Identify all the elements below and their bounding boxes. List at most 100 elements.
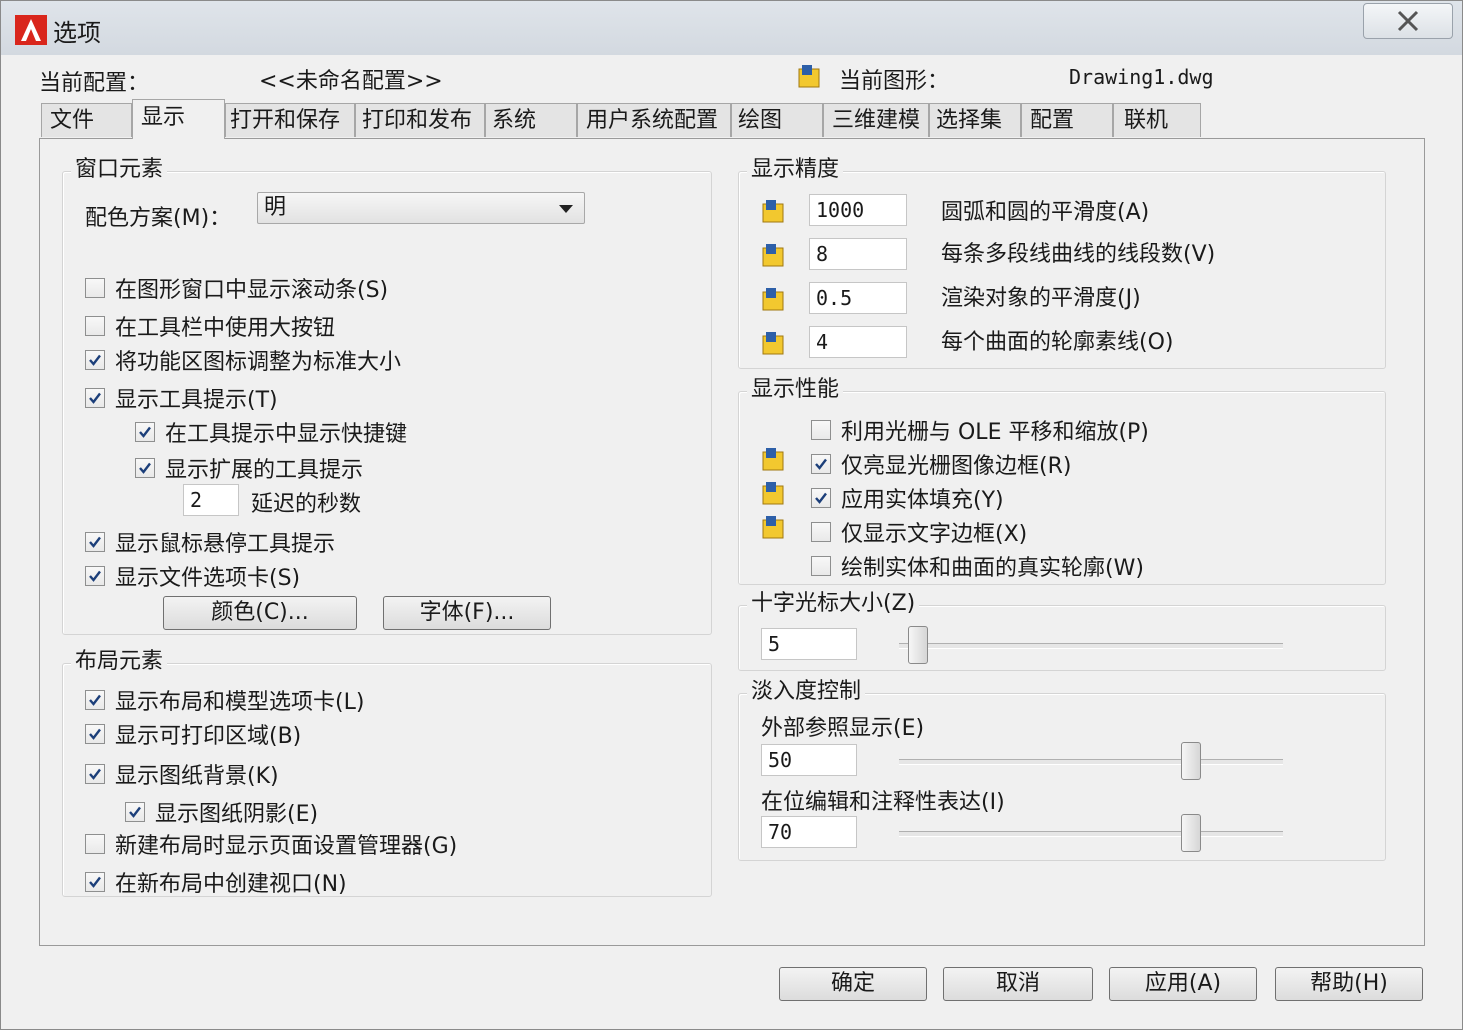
arc-smoothness-label: 圆弧和圆的平滑度(A) (941, 200, 1150, 225)
opt-large-buttons[interactable]: 在工具栏中使用大按钮 (85, 310, 335, 342)
opt-true-silhouettes[interactable]: 绘制实体和曲面的真实轮廓(W) (811, 550, 1144, 582)
checkbox[interactable] (85, 764, 105, 784)
tab-display[interactable]: 显示 (132, 99, 225, 139)
window-elements-title: 窗口元素 (71, 156, 168, 184)
tab-open-save[interactable]: 打开和保存 (225, 103, 355, 137)
checkbox[interactable] (85, 532, 105, 552)
inplace-slider-thumb[interactable] (1180, 814, 1201, 852)
opt-rollover-tooltips[interactable]: 显示鼠标悬停工具提示 (85, 526, 335, 558)
drawing-saved-icon (762, 482, 784, 505)
crosshair-size-input[interactable]: 5 (761, 628, 857, 660)
current-profile-label: 当前配置： (39, 71, 150, 96)
checkbox[interactable] (811, 454, 831, 474)
colors-button[interactable]: 颜色(C)... (163, 596, 357, 630)
close-button[interactable] (1363, 3, 1453, 39)
display-performance-group: 显示性能 利用光栅与 OLE 平移和缩放(P) 仅亮显光栅图像边框(R) 应用实… (738, 376, 1386, 585)
ok-button[interactable]: 确定 (779, 967, 927, 1001)
checkbox[interactable] (85, 388, 105, 408)
inplace-fade-slider[interactable] (899, 831, 1283, 837)
display-resolution-title: 显示精度 (747, 156, 844, 184)
window-elements-group: 窗口元素 配色方案(M)： 明 在图形窗口中显示滚动条(S) 在工具栏中使用大按… (62, 156, 712, 635)
display-performance-title: 显示性能 (747, 376, 844, 404)
opt-scrollbars[interactable]: 在图形窗口中显示滚动条(S) (85, 272, 388, 304)
polyline-segments-label: 每条多段线曲线的线段数(V) (941, 242, 1216, 267)
display-resolution-group: 显示精度 1000 圆弧和圆的平滑度(A) 8 每条多段线曲线的线段数(V) 0… (738, 156, 1386, 369)
dialog-title: 选项 (53, 19, 101, 47)
title-bar[interactable]: 选项 (1, 1, 1462, 55)
check-icon (815, 492, 827, 504)
opt-tooltips[interactable]: 显示工具提示(T) (85, 382, 278, 414)
checkbox[interactable] (85, 350, 105, 370)
check-icon (139, 462, 151, 474)
tooltip-delay-input[interactable]: 2 (183, 484, 239, 516)
checkbox[interactable] (811, 420, 831, 440)
opt-create-viewport[interactable]: 在新布局中创建视口(N) (85, 866, 347, 898)
checkbox[interactable] (85, 690, 105, 710)
opt-solid-fill[interactable]: 应用实体填充(Y) (811, 482, 1004, 514)
render-smoothness-input[interactable]: 0.5 (809, 282, 907, 314)
contour-lines-input[interactable]: 4 (809, 326, 907, 358)
render-smoothness-label: 渲染对象的平滑度(J) (941, 286, 1141, 311)
autocad-logo-icon (15, 15, 47, 45)
drawing-saved-icon (798, 65, 820, 88)
opt-file-tabs[interactable]: 显示文件选项卡(S) (85, 560, 300, 592)
opt-text-boundary[interactable]: 仅显示文字边框(X) (811, 516, 1027, 548)
current-drawing-value: Drawing1.dwg (1069, 65, 1214, 89)
opt-paper-shadow[interactable]: 显示图纸阴影(E) (125, 796, 318, 828)
crosshair-slider-thumb[interactable] (908, 626, 929, 664)
tab-system[interactable]: 系统 (485, 103, 577, 137)
checkbox[interactable] (85, 316, 105, 336)
checkbox[interactable] (125, 802, 145, 822)
checkbox[interactable] (135, 422, 155, 442)
polyline-segments-input[interactable]: 8 (809, 238, 907, 270)
tab-drafting[interactable]: 绘图 (731, 103, 823, 137)
fade-control-title: 淡入度控制 (747, 678, 866, 706)
xref-fade-input[interactable]: 50 (761, 744, 857, 776)
tab-selection[interactable]: 选择集 (929, 103, 1021, 137)
checkbox[interactable] (811, 556, 831, 576)
inplace-fade-input[interactable]: 70 (761, 816, 857, 848)
opt-ribbon-icons[interactable]: 将功能区图标调整为标准大小 (85, 344, 401, 376)
checkbox[interactable] (811, 488, 831, 508)
fonts-button[interactable]: 字体(F)... (383, 596, 551, 630)
opt-highlight-raster-frame[interactable]: 仅亮显光栅图像边框(R) (811, 448, 1071, 480)
opt-printable-area[interactable]: 显示可打印区域(B) (85, 718, 301, 750)
color-scheme-dropdown[interactable]: 明 (257, 192, 585, 224)
checkbox[interactable] (85, 834, 105, 854)
opt-pan-zoom-raster-ole[interactable]: 利用光栅与 OLE 平移和缩放(P) (811, 414, 1149, 446)
tab-plot-publish[interactable]: 打印和发布 (355, 103, 485, 137)
tab-files[interactable]: 文件 (41, 103, 132, 137)
checkbox[interactable] (85, 872, 105, 892)
checkbox[interactable] (85, 278, 105, 298)
current-profile-value: <<未命名配置>> (259, 69, 443, 94)
opt-paper-background[interactable]: 显示图纸背景(K) (85, 758, 279, 790)
tooltip-delay-label: 延迟的秒数 (251, 492, 362, 517)
tab-3d-modeling[interactable]: 三维建模 (823, 103, 929, 137)
checkbox[interactable] (85, 724, 105, 744)
opt-extended-tooltips[interactable]: 显示扩展的工具提示 (135, 452, 363, 484)
cancel-button[interactable]: 取消 (943, 967, 1093, 1001)
tab-online[interactable]: 联机 (1113, 103, 1201, 137)
checkbox[interactable] (811, 522, 831, 542)
checkbox[interactable] (135, 458, 155, 478)
check-icon (139, 426, 151, 438)
color-scheme-value: 明 (264, 195, 287, 220)
arc-smoothness-input[interactable]: 1000 (809, 194, 907, 226)
help-button[interactable]: 帮助(H) (1275, 967, 1423, 1001)
layout-elements-group: 布局元素 显示布局和模型选项卡(L) 显示可打印区域(B) 显示图纸背景(K) … (62, 648, 712, 898)
tab-user-preferences[interactable]: 用户系统配置 (577, 103, 731, 137)
tab-profiles[interactable]: 配置 (1021, 103, 1113, 137)
opt-shortcut-keys[interactable]: 在工具提示中显示快捷键 (135, 416, 407, 448)
check-icon (89, 536, 101, 548)
apply-button[interactable]: 应用(A) (1109, 967, 1257, 1001)
xref-slider-thumb[interactable] (1180, 742, 1201, 780)
crosshair-size-slider[interactable] (899, 643, 1283, 649)
color-scheme-label: 配色方案(M)： (85, 206, 232, 231)
drawing-saved-icon (762, 244, 784, 267)
opt-page-setup-manager[interactable]: 新建布局时显示页面设置管理器(G) (85, 828, 457, 860)
xref-fade-slider[interactable] (899, 759, 1283, 765)
contour-lines-label: 每个曲面的轮廓素线(O) (941, 330, 1174, 355)
check-icon (89, 876, 101, 888)
opt-layout-model-tabs[interactable]: 显示布局和模型选项卡(L) (85, 684, 364, 716)
checkbox[interactable] (85, 566, 105, 586)
